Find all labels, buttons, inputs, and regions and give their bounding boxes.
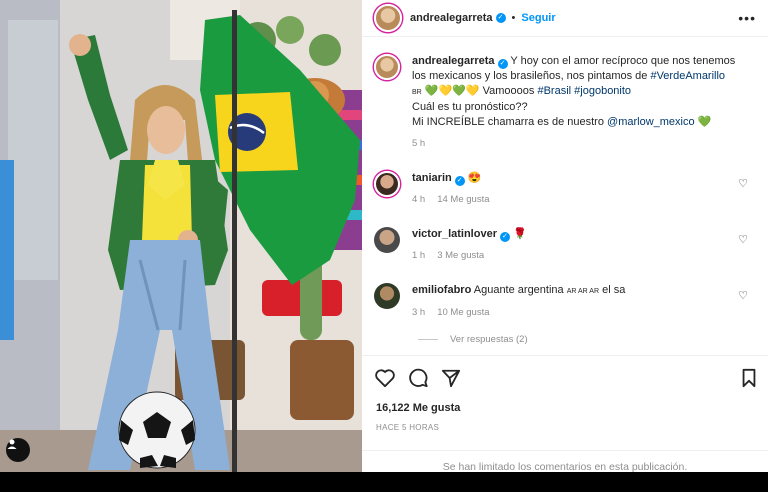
comment-meta: 3 h 10 Me gusta — [412, 305, 742, 320]
comment-time[interactable]: 1 h — [412, 250, 425, 261]
caption-username[interactable]: andrealegarreta — [412, 55, 495, 67]
comment-text: 😍 — [467, 172, 482, 184]
post-modal: andrealegarreta ✓ • Seguir ••• andrealeg… — [0, 0, 768, 492]
separator-dot: • — [511, 12, 516, 24]
verified-icon: ✓ — [497, 59, 508, 69]
author-avatar[interactable] — [374, 4, 402, 32]
caption-line-4: Mi INCREÍBLE chamarra es de nuestro — [412, 116, 608, 128]
post-actions: 16,122 Me gusta HACE 5 HORAS Se han limi… — [362, 355, 768, 473]
caption-time[interactable]: 5 h — [412, 136, 742, 151]
flag-text: AR AR AR — [566, 288, 600, 295]
comment-text: Aguante argentina — [473, 284, 567, 296]
post-timestamp[interactable]: HACE 5 HORAS — [376, 423, 439, 432]
comment-meta: 4 h 14 Me gusta — [412, 192, 742, 207]
comment-text-end: el sa — [599, 284, 626, 296]
comment-likes[interactable]: 3 Me gusta — [437, 250, 484, 261]
comment-icon[interactable] — [408, 368, 429, 388]
hashtag-verdeamarillo[interactable]: #VerdeAmarillo — [650, 70, 725, 82]
caption-body: andrealegarreta ✓ Y hoy con el amor recíp… — [412, 54, 742, 151]
hashtag-brasil[interactable]: #Brasil — [537, 85, 571, 97]
photo-illustration — [0, 0, 362, 472]
comment-item: victor_latinlover ✓ 🌹 1 h 3 Me gusta ♡ — [374, 227, 756, 263]
bottom-strip — [0, 472, 768, 492]
verified-icon: ✓ — [454, 176, 465, 186]
comment-username[interactable]: victor_latinlover — [412, 228, 497, 240]
heart-icon[interactable]: ♡ — [738, 289, 748, 302]
likes-count[interactable]: 16,122 Me gusta — [376, 402, 460, 414]
comment-body: victor_latinlover ✓ 🌹 1 h 3 Me gusta — [412, 227, 742, 263]
comment-body: taniarin ✓ 😍 4 h 14 Me gusta — [412, 171, 742, 207]
caption: andrealegarreta ✓ Y hoy con el amor recíp… — [374, 54, 756, 151]
caption-line-4-end: 💚 — [694, 116, 712, 128]
hashtag-jogobonito[interactable]: #jogobonito — [574, 85, 631, 97]
verified-icon: ✓ — [499, 232, 510, 242]
comment-body: emiliofabro Aguante argentina AR AR AR e… — [412, 283, 742, 320]
caption-text-2: 💚💛💚💛 Vamoooos — [421, 85, 538, 97]
heart-icon[interactable]: ♡ — [738, 177, 748, 190]
comment-likes[interactable]: 14 Me gusta — [437, 194, 489, 205]
comment-meta: 1 h 3 Me gusta — [412, 248, 742, 263]
comment-time[interactable]: 4 h — [412, 194, 425, 205]
comment-text: 🌹 — [513, 228, 527, 240]
post-details-panel: andrealegarreta ✓ • Seguir ••• andrealeg… — [362, 0, 768, 473]
comment-likes[interactable]: 10 Me gusta — [437, 307, 489, 318]
comment-username[interactable]: emiliofabro — [412, 284, 471, 296]
post-header: andrealegarreta ✓ • Seguir ••• — [362, 0, 768, 37]
comment-item: taniarin ✓ 😍 4 h 14 Me gusta ♡ — [374, 171, 756, 207]
post-photo[interactable] — [0, 0, 362, 472]
comment-avatar[interactable] — [374, 227, 400, 253]
view-replies-label: Ver respuestas (2) — [450, 334, 528, 345]
comment-username[interactable]: taniarin — [412, 172, 452, 184]
comment-avatar[interactable] — [374, 283, 400, 309]
share-icon[interactable] — [441, 368, 461, 388]
view-replies-button[interactable]: Ver respuestas (2) — [418, 334, 756, 345]
flag-prefix: BR — [412, 89, 422, 96]
mention-marlow[interactable]: @marlow_mexico — [607, 116, 695, 128]
comment-item: emiliofabro Aguante argentina AR AR AR e… — [374, 283, 756, 320]
replies-divider — [418, 339, 438, 340]
comments-limited-notice: Se han limitado los comentarios en esta … — [362, 450, 768, 473]
heart-icon[interactable] — [374, 368, 396, 388]
comment-avatar[interactable] — [374, 171, 400, 197]
more-options-icon[interactable]: ••• — [738, 10, 756, 26]
comments-list[interactable]: andrealegarreta ✓ Y hoy con el amor recíp… — [362, 38, 768, 355]
caption-line-3: Cuál es tu pronóstico?? — [412, 101, 528, 113]
comment-time[interactable]: 3 h — [412, 307, 425, 318]
follow-button[interactable]: Seguir — [521, 12, 555, 24]
heart-icon[interactable]: ♡ — [738, 233, 748, 246]
author-username[interactable]: andrealegarreta — [410, 12, 493, 24]
user-tag-icon[interactable] — [6, 438, 30, 462]
caption-avatar[interactable] — [374, 54, 400, 80]
action-icons — [374, 368, 461, 388]
save-icon[interactable] — [740, 368, 758, 388]
verified-icon: ✓ — [495, 13, 506, 23]
